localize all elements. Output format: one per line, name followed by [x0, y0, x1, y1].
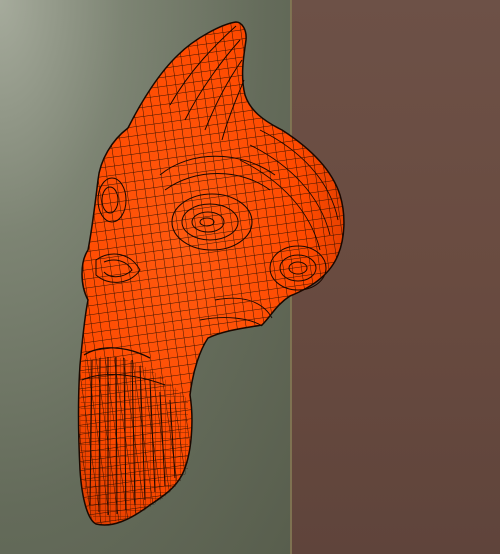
skull-mesh-model[interactable] — [0, 0, 500, 554]
3d-viewport[interactable] — [0, 0, 500, 554]
